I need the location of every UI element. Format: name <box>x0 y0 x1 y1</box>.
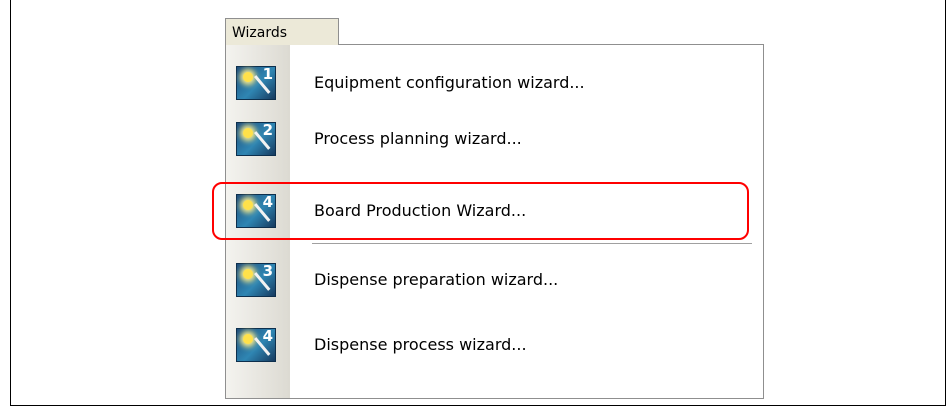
menu-item-label: Dispense process wizard... <box>314 335 527 354</box>
menu-item-label: Process planning wizard... <box>314 129 522 148</box>
magic-wand-icon: 3 <box>236 262 276 297</box>
menu-item-equipment-configuration-wizard[interactable]: 1 Equipment configuration wizard... <box>226 57 763 107</box>
menu-item-dispense-process-wizard[interactable]: 4 Dispense process wizard... <box>226 319 763 369</box>
menu-item-process-planning-wizard[interactable]: 2 Process planning wizard... <box>226 113 763 163</box>
menu-separator <box>312 243 752 245</box>
menu-item-dispense-preparation-wizard[interactable]: 3 Dispense preparation wizard... <box>226 254 763 304</box>
wizards-tab[interactable]: Wizards <box>225 18 339 45</box>
menu-item-label: Equipment configuration wizard... <box>314 73 585 92</box>
magic-wand-icon: 4 <box>236 327 276 362</box>
menu-item-label: Dispense preparation wizard... <box>314 270 559 289</box>
highlight-box <box>212 182 749 240</box>
wizards-tab-label: Wizards <box>232 25 288 41</box>
magic-wand-icon: 1 <box>236 65 276 100</box>
magic-wand-icon: 2 <box>236 121 276 156</box>
